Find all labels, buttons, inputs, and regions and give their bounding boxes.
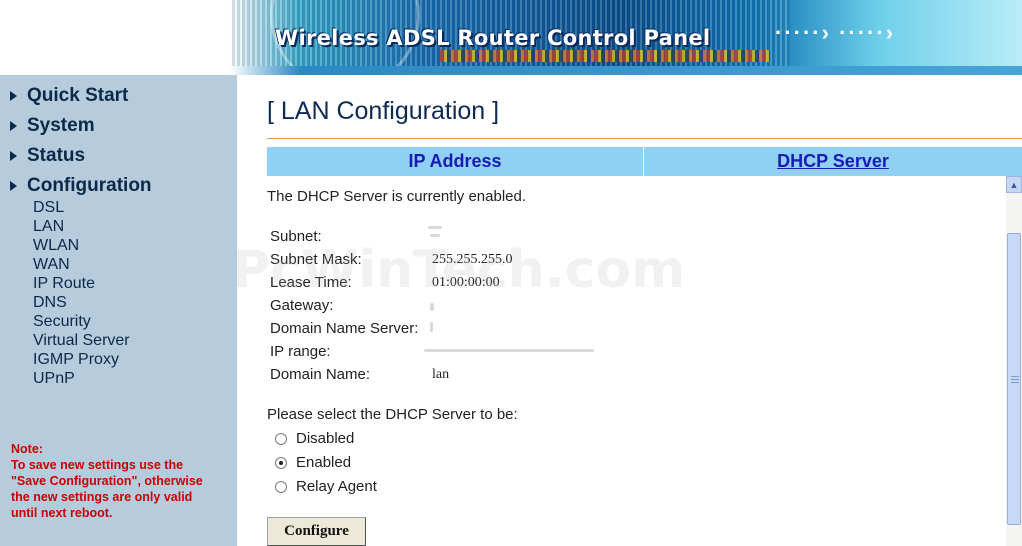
- sidebar-item-status[interactable]: Status: [10, 144, 85, 168]
- sidebar-item-configuration[interactable]: Configuration: [10, 174, 152, 198]
- info-row-gateway: Gateway:: [270, 297, 434, 317]
- sidebar-subitem-lan[interactable]: LAN: [33, 217, 64, 236]
- radio-button[interactable]: [275, 480, 287, 493]
- dhcp-select-prompt: Please select the DHCP Server to be:: [267, 406, 518, 423]
- radio-relay-agent[interactable]: Relay Agent: [275, 478, 377, 495]
- scroll-thumb[interactable]: [1007, 233, 1021, 525]
- tab-label: IP Address: [408, 151, 502, 171]
- info-value: lan: [432, 367, 450, 382]
- grip-icon: [1011, 376, 1019, 383]
- dhcp-content: The DHCP Server is currently enabled. Su…: [267, 176, 1007, 546]
- banner-bottom-band: [0, 66, 1022, 75]
- sidebar: Quick Start System Status Configuration …: [0, 75, 237, 546]
- info-label: Domain Name:: [270, 366, 371, 383]
- info-label: Subnet Mask:: [270, 251, 362, 268]
- info-row-subnet: Subnet:: [270, 226, 442, 248]
- tab-label: DHCP Server: [777, 151, 889, 171]
- dhcp-status-text: The DHCP Server is currently enabled.: [267, 188, 526, 205]
- info-label: IP range:: [270, 343, 331, 360]
- scroll-up-icon[interactable]: ▲: [1006, 176, 1022, 193]
- sidebar-item-label: Quick Start: [27, 85, 129, 106]
- info-value: 01:00:00:00: [432, 275, 500, 290]
- header-banner: Wireless ADSL Router Control Panel ·····…: [0, 0, 1022, 75]
- info-label: Domain Name Server:: [270, 320, 419, 337]
- note-line: "Save Configuration", otherwise: [11, 474, 203, 488]
- info-value: 255.255.255.0: [432, 252, 513, 267]
- info-label: Gateway:: [270, 297, 334, 314]
- radio-label: Enabled: [296, 454, 352, 471]
- note-heading: Note:: [11, 442, 43, 456]
- tab-ip-address[interactable]: IP Address: [267, 147, 644, 176]
- tab-dhcp-server[interactable]: DHCP Server: [644, 147, 1022, 176]
- sidebar-subitem-upnp[interactable]: UPnP: [33, 369, 75, 388]
- banner-pixel-art: [440, 50, 770, 62]
- sidebar-subitem-dsl[interactable]: DSL: [33, 198, 64, 217]
- redacted-value: [430, 234, 440, 237]
- sidebar-subitem-igmp-proxy[interactable]: IGMP Proxy: [33, 350, 119, 369]
- arrow-bullet-icon: [10, 91, 17, 101]
- note-line: the new settings are only valid: [11, 490, 193, 504]
- sidebar-subitem-ip-route[interactable]: IP Route: [33, 274, 95, 293]
- radio-label: Relay Agent: [296, 478, 377, 495]
- radio-enabled[interactable]: Enabled: [275, 454, 351, 471]
- title-divider: [267, 138, 1022, 139]
- radio-button[interactable]: [275, 432, 287, 445]
- sidebar-subitem-dns[interactable]: DNS: [33, 293, 67, 312]
- sidebar-subitem-wlan[interactable]: WLAN: [33, 236, 79, 255]
- sidebar-item-label: Configuration: [27, 175, 152, 196]
- sidebar-subitem-security[interactable]: Security: [33, 312, 91, 331]
- arrow-bullet-icon: [10, 151, 17, 161]
- note-line: until next reboot.: [11, 506, 113, 520]
- info-row-lease-time: Lease Time: 01:00:00:00: [270, 274, 500, 294]
- info-label: Lease Time:: [270, 274, 352, 291]
- sidebar-item-quick-start[interactable]: Quick Start: [10, 84, 128, 108]
- sidebar-item-label: System: [27, 115, 95, 136]
- main-panel: [ LAN Configuration ] IP Address DHCP Se…: [237, 75, 1022, 546]
- sidebar-item-label: Status: [27, 145, 86, 166]
- arrow-bullet-icon: [10, 121, 17, 131]
- radio-button[interactable]: [275, 456, 287, 469]
- info-row-domain-name: Domain Name: lan: [270, 366, 449, 386]
- sidebar-subitem-virtual-server[interactable]: Virtual Server: [33, 331, 130, 350]
- arrow-bullet-icon: [10, 181, 17, 191]
- arrow-icon: ·····› ·····›: [775, 20, 896, 45]
- redacted-value: [430, 322, 433, 332]
- page-title: [ LAN Configuration ]: [267, 97, 500, 125]
- tab-bar: IP Address DHCP Server: [267, 147, 1022, 176]
- info-row-ip-range: IP range:: [270, 343, 594, 363]
- app-title: Wireless ADSL Router Control Panel: [275, 26, 711, 50]
- content-scrollbar[interactable]: ▲: [1006, 176, 1022, 546]
- redacted-value: [428, 226, 442, 229]
- save-note: Note: To save new settings use the "Save…: [11, 441, 229, 521]
- info-row-dns: Domain Name Server:: [270, 320, 433, 340]
- configure-button[interactable]: Configure: [267, 517, 366, 546]
- redacted-value: [424, 349, 594, 352]
- info-row-subnet-mask: Subnet Mask: 255.255.255.0: [270, 251, 513, 271]
- redacted-value: [430, 303, 434, 311]
- sidebar-subitem-wan[interactable]: WAN: [33, 255, 70, 274]
- note-line: To save new settings use the: [11, 458, 184, 472]
- sidebar-item-system[interactable]: System: [10, 114, 95, 138]
- radio-label: Disabled: [296, 430, 355, 447]
- radio-disabled[interactable]: Disabled: [275, 430, 354, 447]
- info-label: Subnet:: [270, 228, 322, 245]
